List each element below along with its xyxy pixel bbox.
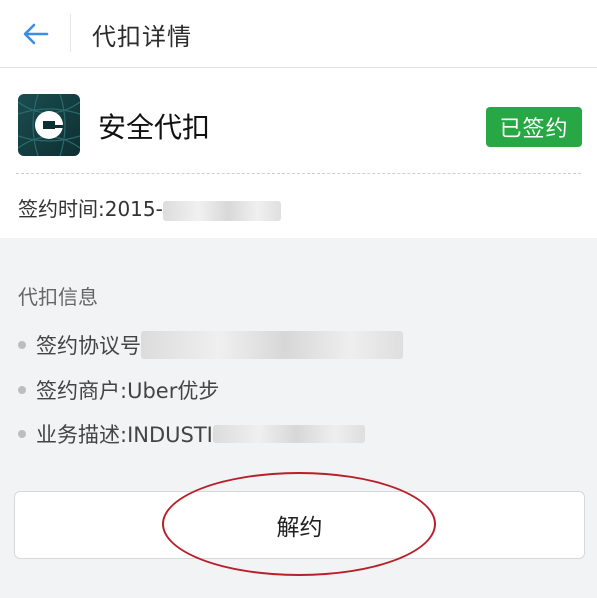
section-title: 代扣信息 bbox=[18, 285, 98, 309]
back-button[interactable] bbox=[16, 14, 56, 54]
agreement-card: 安全代扣 已签约 签约时间:2015- bbox=[0, 68, 597, 238]
business-desc-label: 业务描述:INDUSTI bbox=[36, 423, 213, 447]
sign-time: 签约时间:2015- bbox=[18, 193, 281, 222]
service-name: 安全代扣 bbox=[98, 111, 211, 144]
list-item: 签约协议号 bbox=[18, 330, 403, 360]
bullet-icon bbox=[18, 386, 26, 394]
back-arrow-icon bbox=[23, 23, 49, 45]
blurred-value bbox=[212, 425, 365, 443]
list-item: 业务描述:INDUSTI bbox=[18, 419, 365, 449]
bullet-icon bbox=[18, 341, 26, 349]
blurred-value bbox=[162, 200, 281, 221]
unsign-button[interactable]: 解约 bbox=[14, 491, 585, 559]
sign-time-label: 签约时间:2015- bbox=[18, 197, 163, 221]
status-badge: 已签约 bbox=[486, 107, 582, 147]
header-divider bbox=[70, 14, 71, 52]
merchant-label: 签约商户:Uber优步 bbox=[36, 379, 220, 403]
dashed-divider bbox=[16, 173, 581, 174]
blurred-value bbox=[141, 331, 403, 359]
list-item: 签约商户:Uber优步 bbox=[18, 375, 219, 405]
uber-logo-icon bbox=[18, 94, 80, 156]
page-title: 代扣详情 bbox=[92, 23, 192, 51]
agreement-no-label: 签约协议号 bbox=[36, 334, 141, 358]
app-header: 代扣详情 bbox=[0, 0, 597, 68]
bullet-icon bbox=[18, 430, 26, 438]
